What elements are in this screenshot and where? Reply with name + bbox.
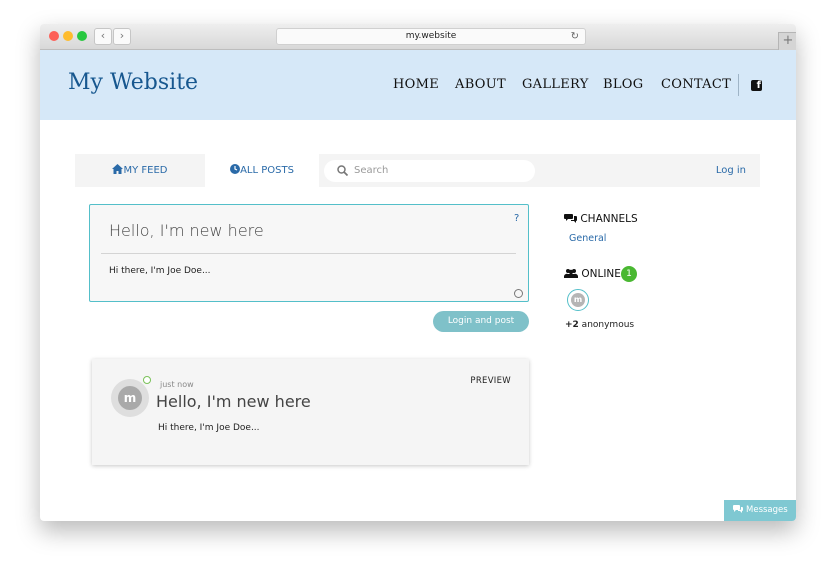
minimize-window-button[interactable] — [63, 31, 73, 41]
nav-gallery[interactable]: GALLERY — [522, 77, 589, 92]
online-heading-label: ONLINE — [581, 268, 621, 280]
online-status-icon — [143, 376, 151, 384]
online-user-letter: m — [571, 293, 585, 307]
nav-home[interactable]: HOME — [393, 77, 439, 92]
channels-heading-label: CHANNELS — [580, 213, 638, 225]
new-tab-button[interactable]: + — [778, 32, 796, 50]
zoom-window-button[interactable] — [77, 31, 87, 41]
chat-bubbles-icon — [564, 214, 577, 223]
post-timestamp: just now — [160, 380, 194, 389]
address-bar[interactable]: my.website ↻ — [276, 28, 586, 45]
composer-divider — [101, 253, 516, 254]
preview-label: PREVIEW — [470, 376, 511, 386]
messages-button[interactable]: Messages — [724, 500, 796, 521]
browser-window: ‹ › my.website ↻ + My Website HOME ABOUT… — [40, 24, 796, 521]
channel-general[interactable]: General — [569, 233, 606, 244]
composer-title-field[interactable]: Hello, I'm new here — [109, 221, 264, 240]
login-link[interactable]: Log in — [716, 154, 746, 187]
tab-my-feed[interactable]: MY FEED — [75, 154, 205, 187]
online-user-avatar[interactable]: m — [567, 289, 589, 311]
search-icon — [337, 165, 348, 176]
site-header: My Website HOME ABOUT GALLERY BLOG CONTA… — [40, 50, 796, 120]
close-window-button[interactable] — [49, 31, 59, 41]
search-input[interactable]: Search — [324, 160, 535, 182]
back-button[interactable]: ‹ — [94, 28, 112, 45]
browser-titlebar: ‹ › my.website ↻ + — [40, 24, 796, 50]
anonymous-label: anonymous — [578, 320, 635, 330]
clock-icon — [230, 164, 241, 174]
facebook-icon[interactable]: f — [751, 80, 762, 91]
channels-heading: CHANNELS — [564, 213, 638, 225]
anonymous-count: +2 anonymous — [565, 320, 634, 330]
tab-all-posts-label: ALL POSTS — [240, 165, 294, 176]
nav-contact[interactable]: CONTACT — [661, 77, 731, 92]
feed-tabbar: MY FEED ALL POSTS Search Log in — [75, 154, 760, 187]
tab-my-feed-label: MY FEED — [123, 165, 168, 176]
home-icon — [112, 164, 124, 174]
messages-label: Messages — [746, 505, 788, 515]
post-title: Hello, I'm new here — [156, 392, 311, 411]
anonymous-number: +2 — [565, 320, 579, 330]
camera-icon[interactable] — [514, 289, 523, 298]
url-text: my.website — [405, 31, 457, 41]
online-heading: ONLINE — [564, 268, 621, 280]
users-icon — [564, 269, 578, 278]
help-link[interactable]: ? — [514, 213, 519, 224]
site-title[interactable]: My Website — [68, 70, 198, 95]
post-composer[interactable]: Hello, I'm new here ? Hi there, I'm Joe … — [89, 204, 529, 302]
avatar: m — [111, 379, 149, 417]
search-placeholder: Search — [354, 165, 389, 176]
chat-icon — [733, 505, 744, 513]
tab-all-posts[interactable]: ALL POSTS — [205, 154, 319, 187]
avatar-letter: m — [118, 386, 142, 410]
nav-divider — [738, 74, 739, 96]
post-preview-card: m just now PREVIEW Hello, I'm new here H… — [92, 359, 529, 465]
login-and-post-button[interactable]: Login and post — [433, 311, 529, 332]
composer-body-field[interactable]: Hi there, I'm Joe Doe... — [109, 266, 211, 276]
reload-icon[interactable]: ↻ — [571, 29, 579, 44]
post-body: Hi there, I'm Joe Doe... — [158, 423, 260, 433]
nav-about[interactable]: ABOUT — [455, 77, 506, 92]
nav-blog[interactable]: BLOG — [603, 77, 643, 92]
online-count-badge: 1 — [621, 266, 637, 282]
forward-button[interactable]: › — [113, 28, 131, 45]
